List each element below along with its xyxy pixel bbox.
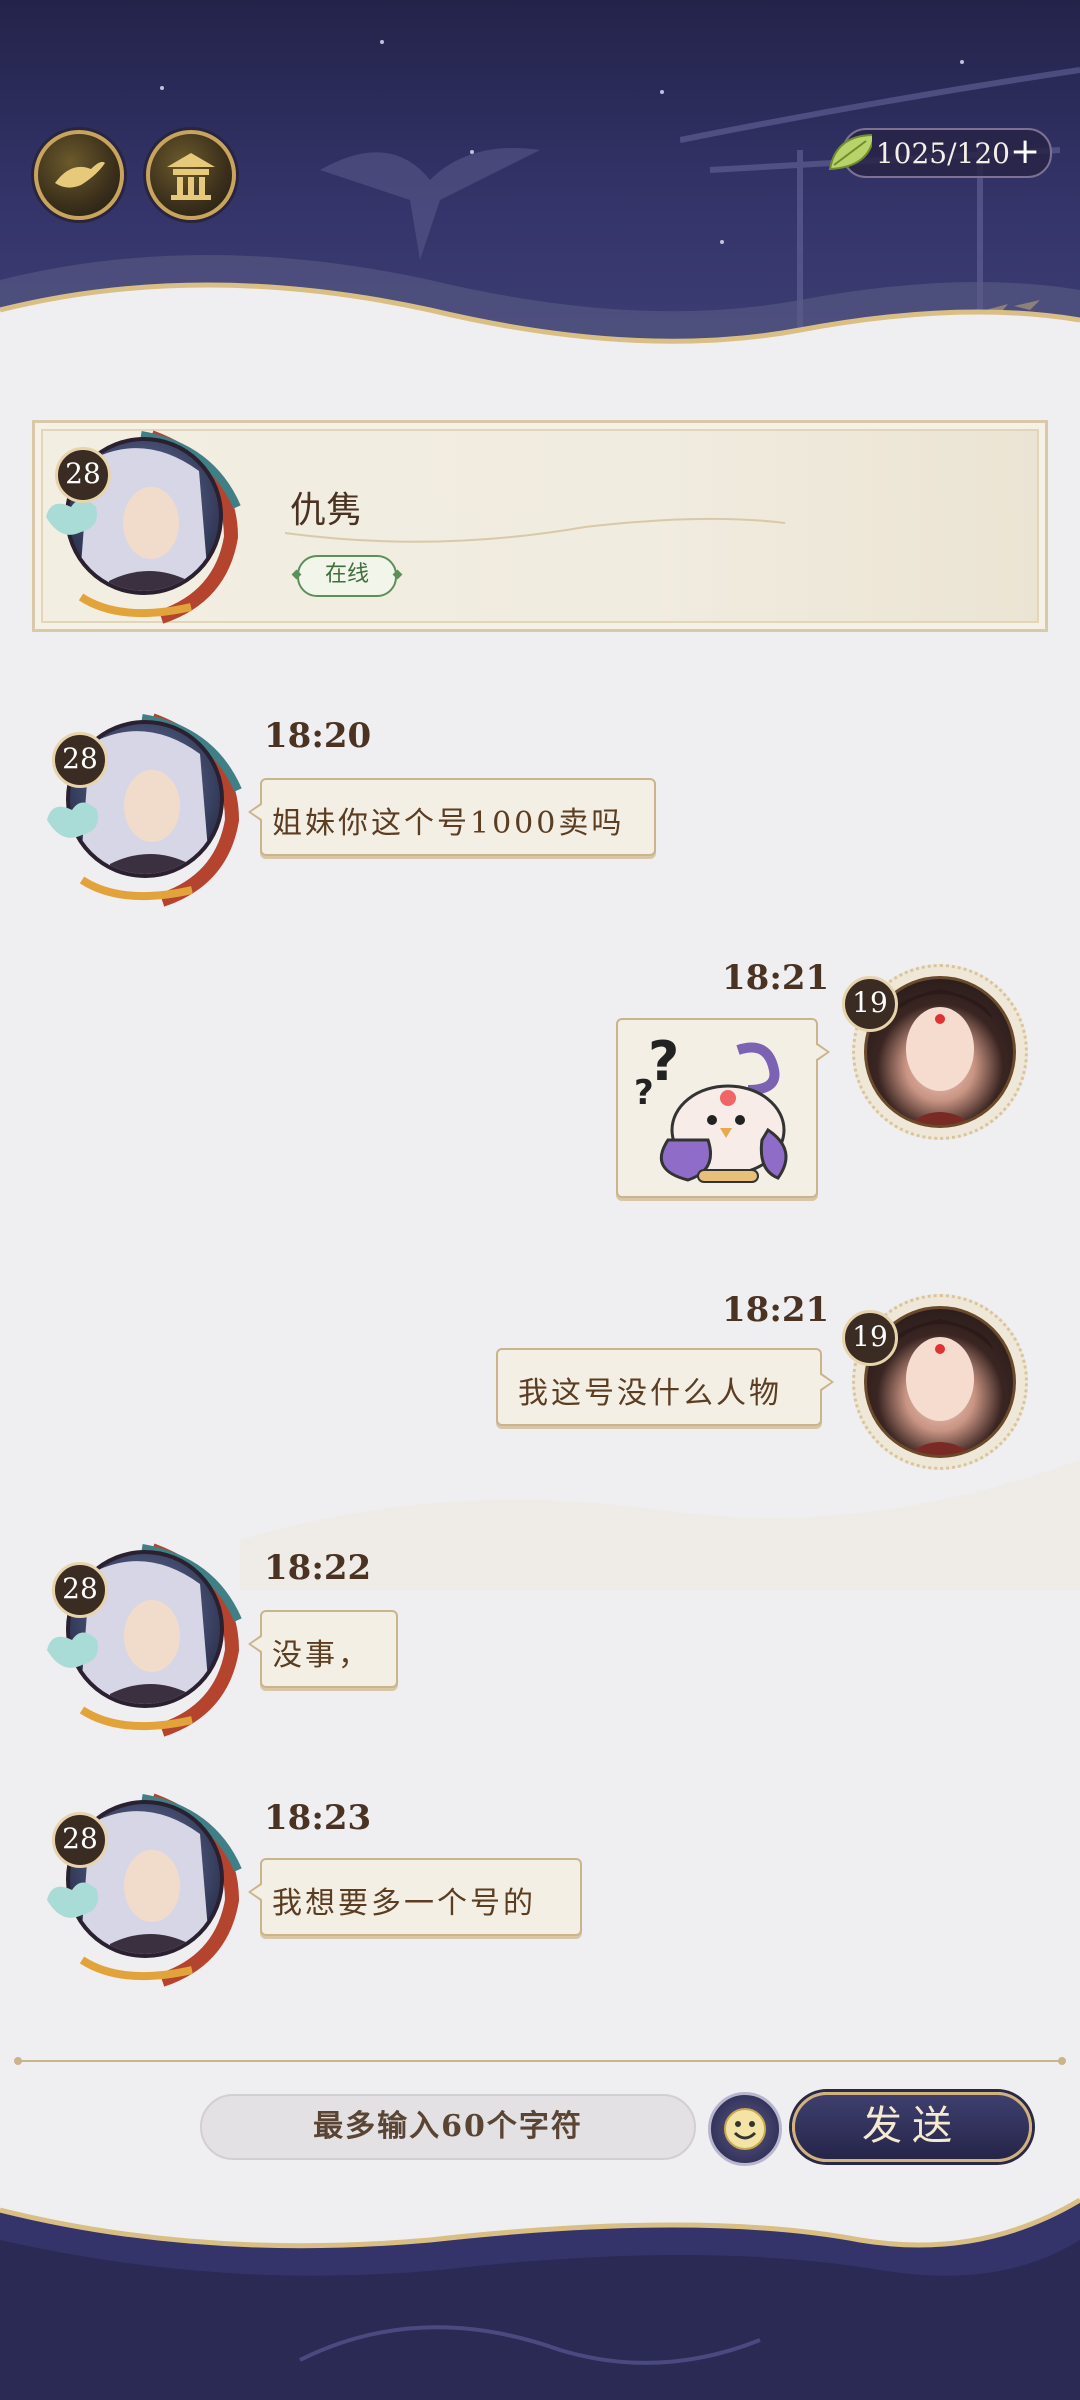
level-badge: 19: [842, 1310, 898, 1366]
cloud-decoration: [47, 802, 98, 838]
message-input[interactable]: 最多输入60个字符: [200, 2094, 696, 2160]
avatar[interactable]: 28: [42, 1790, 242, 1987]
message-bubble[interactable]: 我想要多一个号的: [248, 1858, 582, 1936]
message-bubble[interactable]: 我这号没什么人物: [496, 1348, 834, 1426]
message-time: 18:20: [264, 716, 372, 756]
level-badge: 28: [52, 1562, 108, 1618]
bottom-wave-banner: [0, 2197, 1080, 2400]
avatar[interactable]: 19: [842, 964, 1042, 1154]
pavilion-button[interactable]: [146, 130, 236, 220]
star-decoration: [660, 90, 664, 94]
avatar[interactable]: 28: [41, 427, 241, 624]
cloud-decoration: [47, 1632, 98, 1668]
top-banner: 1025/120 +: [0, 0, 1080, 370]
currency-display: 1025/120 +: [828, 128, 1052, 178]
level-badge: 28: [52, 732, 108, 788]
composer-divider: [14, 2057, 1066, 2065]
message-time: 18:21: [722, 1290, 830, 1330]
message-text: 我想要多一个号的: [272, 1886, 536, 1921]
message-text: 我这号没什么人物: [518, 1376, 782, 1411]
smiley-icon: [724, 2108, 766, 2150]
avatar[interactable]: 28: [42, 1540, 242, 1737]
profile-card: 28 仇隽 在线: [32, 420, 1048, 632]
svg-text:?: ?: [634, 1073, 657, 1113]
add-currency-button[interactable]: +: [1010, 134, 1040, 170]
avatar[interactable]: 28: [42, 710, 242, 907]
level-badge: 19: [842, 976, 898, 1032]
emoji-button[interactable]: [708, 2092, 782, 2166]
sticker-bubble[interactable]: ? ?: [616, 1018, 830, 1198]
currency-amount: 1025/120: [875, 136, 1010, 170]
message-time: 18:22: [264, 1548, 372, 1588]
online-status-badge: 在线: [297, 555, 397, 597]
message-bubble[interactable]: 姐妹你这个号1000卖吗: [248, 778, 656, 856]
cloud-decoration: [47, 1882, 98, 1918]
crane-emblem-icon: [55, 161, 105, 188]
message-time: 18:21: [722, 958, 830, 998]
level-badge: 28: [55, 447, 111, 503]
level-badge: 28: [52, 1812, 108, 1868]
message-time: 18:23: [264, 1798, 372, 1838]
crane-emblem-button[interactable]: [34, 130, 124, 220]
star-decoration: [380, 40, 384, 44]
message-bubble[interactable]: 没事，: [248, 1610, 398, 1688]
plus-icon: +: [1010, 131, 1041, 172]
leaf-icon: [828, 134, 872, 171]
message-text: 姐妹你这个号1000卖吗: [272, 806, 625, 841]
crane-silhouette: [320, 148, 540, 260]
name-flourish: [285, 517, 785, 543]
pavilion-icon: [167, 153, 215, 200]
confused-bird-sticker: ? ?: [634, 1030, 788, 1183]
message-text: 没事，: [272, 1638, 371, 1673]
star-decoration: [160, 86, 164, 90]
send-button[interactable]: 发送: [792, 2092, 1032, 2162]
send-label: 发送: [862, 2103, 962, 2149]
banner-wave-edge: [0, 255, 1080, 370]
